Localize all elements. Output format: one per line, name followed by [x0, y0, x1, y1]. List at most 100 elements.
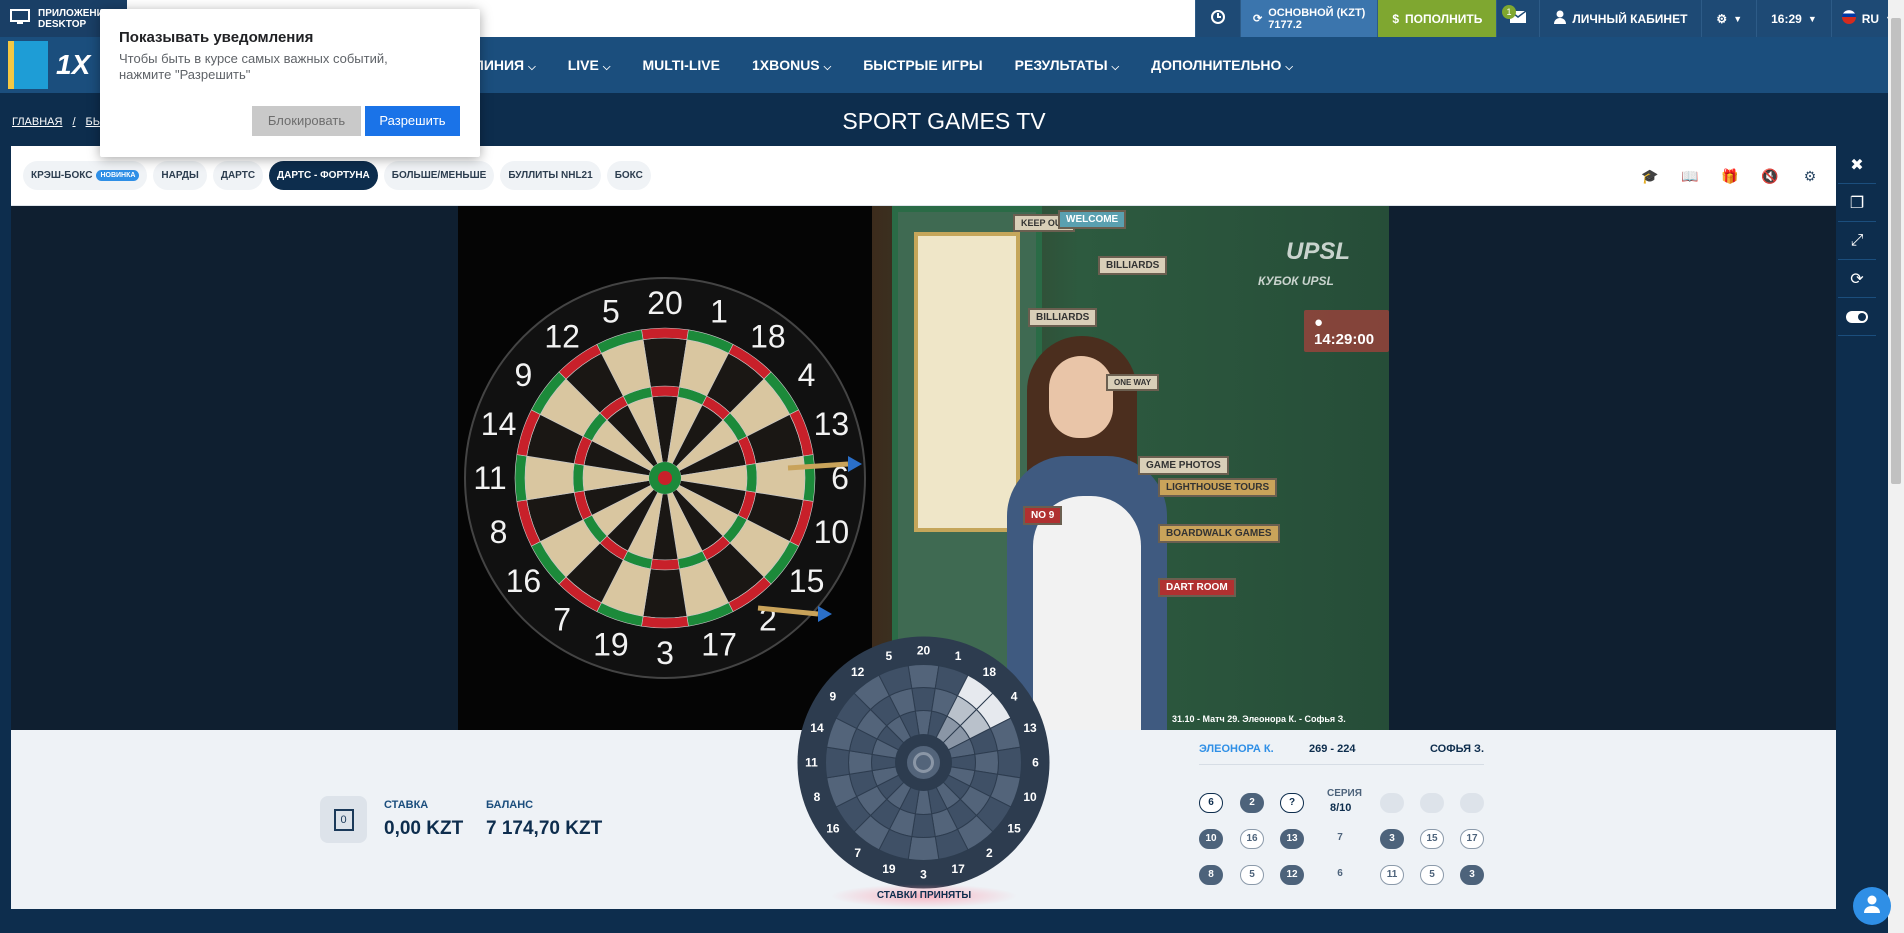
reload-icon[interactable]: ⟳	[1838, 260, 1876, 298]
settings-button[interactable]: ⚙ ▼	[1701, 0, 1757, 37]
wheel-number: 6	[1032, 756, 1039, 770]
match-score: 269 - 224	[1309, 742, 1356, 755]
book-icon[interactable]: 📖	[1680, 166, 1700, 186]
notification-permission-popup: Показывать уведомления Чтобы быть в курс…	[100, 9, 480, 157]
wall-sign: WELCOME	[1058, 210, 1127, 229]
wall-sign: BILLIARDS	[1098, 256, 1168, 275]
stream-clock-value: 14:29:00	[1314, 331, 1375, 348]
throw-cell: 5	[1240, 865, 1264, 885]
wheel-number: 10	[1023, 790, 1037, 804]
breadcrumb-home[interactable]: ГЛАВНАЯ	[12, 116, 62, 128]
history-button[interactable]	[1195, 0, 1240, 37]
scrollbar-thumb[interactable]	[1891, 18, 1901, 484]
stake-label: СТАВКА	[384, 799, 429, 811]
chevron-down-icon: ▼	[1733, 13, 1743, 24]
series-value: 8/10	[1330, 802, 1352, 814]
board-segment	[650, 385, 680, 398]
nav-item[interactable]: ЛИНИЯ ⌵	[474, 57, 536, 73]
throw-cell: 8	[1199, 865, 1223, 885]
nav-item[interactable]: MULTI-LIVE	[642, 57, 720, 73]
board-number: 9	[515, 357, 533, 393]
game-tab-label: БОКС	[614, 170, 643, 181]
nav-item[interactable]: 1XBONUS ⌵	[752, 57, 831, 73]
balance-button[interactable]: ⟳ ОСНОВНОЙ (KZT) 7177.2	[1240, 0, 1378, 37]
throw-cell: 3	[1380, 829, 1404, 849]
game-tab[interactable]: БУЛЛИТЫ NHL21	[500, 161, 601, 190]
language-label: RU	[1861, 11, 1880, 26]
sliders-icon[interactable]: ⚙	[1800, 166, 1820, 186]
wheel-number: 18	[983, 665, 997, 679]
board-number: 16	[506, 563, 542, 599]
game-tab[interactable]: БОКС	[606, 161, 651, 190]
nav-item[interactable]: ДОПОЛНИТЕЛЬНО ⌵	[1151, 57, 1293, 73]
graduation-cap-icon[interactable]: 🎓	[1640, 166, 1660, 186]
bet-slip-button[interactable]: 0	[320, 796, 367, 843]
nav-item-label: БЫСТРЫЕ ИГРЫ	[863, 57, 983, 73]
balance-value: 7 174,70 KZT	[486, 818, 603, 839]
wheel-number: 2	[986, 846, 993, 860]
board-segment	[745, 463, 758, 493]
throw-cell: 12	[1280, 865, 1304, 885]
game-tab[interactable]: НАРДЫ	[153, 161, 207, 190]
throw-cell: 16	[1240, 829, 1264, 849]
chevron-down-icon: ⌵	[1285, 62, 1293, 73]
balance-label: БАЛАНС	[486, 799, 534, 811]
game-tab-label: ДАРТС	[220, 170, 256, 181]
site-logo[interactable]: 1X	[56, 49, 90, 81]
board-number: 10	[814, 514, 850, 550]
throw-cell-empty	[1380, 793, 1404, 813]
game-tab[interactable]: КРЭШ-БОКС НОВИНКА	[23, 161, 148, 190]
game-tab-label: НАРДЫ	[161, 170, 199, 181]
board-number: 5	[602, 294, 620, 330]
allow-button[interactable]: Разрешить	[365, 106, 460, 136]
game-tools: 🎓 📖 🎁 🔇 ⚙	[1640, 146, 1820, 206]
mute-icon[interactable]: 🔇	[1760, 166, 1780, 186]
throw-cell: 11	[1380, 865, 1404, 885]
game-tab[interactable]: ДАРТС	[212, 161, 264, 190]
bet-slip-icon: 0	[333, 808, 354, 831]
new-badge: НОВИНКА	[96, 170, 140, 181]
wall-sign: BOARDWALK GAMES	[1158, 524, 1280, 543]
block-button[interactable]: Блокировать	[252, 106, 361, 136]
board-segment	[802, 454, 816, 502]
board-number: 8	[490, 514, 508, 550]
throw-cell-empty	[1460, 793, 1484, 813]
chevron-down-icon: ⌵	[602, 62, 611, 73]
game-tab[interactable]: ДАРТС - ФОРТУНА	[269, 161, 378, 190]
wall-sign: LIGHTHOUSE TOURS	[1158, 478, 1278, 497]
nav-items: ЛИНИЯ ⌵ LIVE ⌵ MULTI-LIVE 1XBONUS ⌵ БЫСТРЫЕ ИГР…	[474, 37, 1293, 93]
wheel-number: 15	[1007, 821, 1021, 835]
support-chat-button[interactable]	[1853, 887, 1891, 925]
board-number: 15	[789, 563, 825, 599]
account-button[interactable]: ЛИЧНЫЙ КАБИНЕТ	[1539, 0, 1702, 37]
board-segment	[641, 327, 689, 341]
board-number: 12	[544, 318, 580, 354]
wheel-segment	[907, 836, 940, 861]
dart-wheel[interactable]: 20 1 18 4 13 6 10 15 2 17 3 19 7 16 8 11 14 9 12 5	[796, 635, 1051, 890]
board-segment	[514, 454, 528, 502]
stake-value: 0,00 KZT	[384, 818, 464, 839]
fullscreen-icon[interactable]: ⤢	[1838, 222, 1876, 260]
time-button[interactable]: 16:29 ▼	[1756, 0, 1831, 37]
close-icon[interactable]: ✖	[1838, 146, 1876, 184]
copy-icon[interactable]: ❐	[1838, 184, 1876, 222]
wheel-number: 13	[1023, 721, 1037, 735]
game-tab-label: КРЭШ-БОКС	[31, 170, 93, 181]
toggle-icon[interactable]	[1838, 298, 1876, 336]
game-tab-label: БОЛЬШЕ/МЕНЬШЕ	[391, 170, 487, 181]
board-number: 20	[647, 285, 683, 321]
game-tab[interactable]: БОЛЬШЕ/МЕНЬШЕ	[383, 161, 495, 190]
chevron-down-icon: ▼	[1807, 13, 1817, 24]
gift-icon[interactable]: 🎁	[1720, 166, 1740, 186]
board-number: 1	[710, 294, 728, 330]
messages-button[interactable]	[1496, 0, 1540, 37]
throw-cell: 15	[1420, 829, 1444, 849]
deposit-button[interactable]: $ ПОПОЛНИТЬ	[1377, 0, 1497, 37]
throw-cell: ?	[1280, 793, 1304, 813]
board-number: 3	[656, 635, 674, 671]
wheel-segment	[825, 746, 850, 779]
game-tab-label: БУЛЛИТЫ NHL21	[508, 170, 593, 181]
nav-item[interactable]: БЫСТРЫЕ ИГРЫ	[863, 57, 982, 73]
nav-item[interactable]: LIVE ⌵	[568, 57, 611, 73]
nav-item[interactable]: РЕЗУЛЬТАТЫ ⌵	[1015, 57, 1120, 73]
